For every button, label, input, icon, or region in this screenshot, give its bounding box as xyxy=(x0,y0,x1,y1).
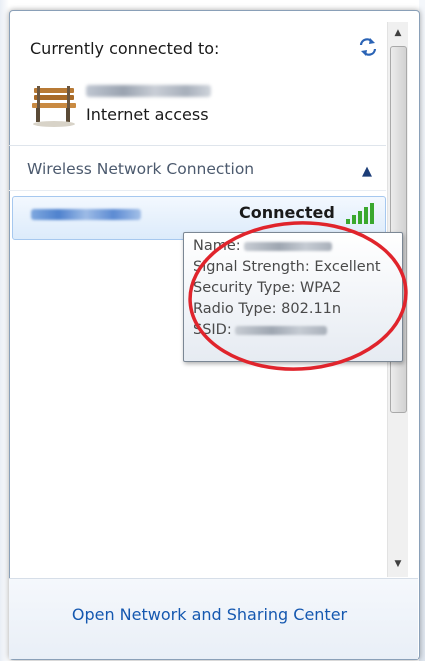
ssid-value-redacted xyxy=(234,325,327,335)
bench-icon xyxy=(32,86,76,127)
tooltip-ssid-row: SSID: xyxy=(193,320,402,341)
tooltip-name-row: Name: xyxy=(193,236,402,257)
signal-strength-icon xyxy=(346,203,374,224)
tooltip-name-label: Name: xyxy=(193,238,241,254)
footer: Open Network and Sharing Center xyxy=(9,578,418,659)
open-network-sharing-center-link[interactable]: Open Network and Sharing Center xyxy=(9,605,410,624)
scroll-up-button[interactable]: ▲ xyxy=(388,24,408,42)
divider xyxy=(9,190,386,191)
tooltip-radio-type: Radio Type: 802.11n xyxy=(193,301,342,317)
tooltip-signal-strength: Signal Strength: Excellent xyxy=(193,259,381,275)
network-details-tooltip: Name: Signal Strength: Excellent Securit… xyxy=(183,232,403,362)
chevron-up-icon[interactable]: ▲ xyxy=(356,160,378,182)
current-network-name-redacted xyxy=(86,85,211,97)
section-title: Wireless Network Connection xyxy=(27,160,255,178)
divider xyxy=(9,145,386,146)
network-ssid-redacted xyxy=(31,209,141,220)
refresh-button[interactable] xyxy=(355,34,381,60)
tooltip-security-type: Security Type: WPA2 xyxy=(193,280,342,296)
network-status: Connected xyxy=(239,203,335,222)
name-value-redacted xyxy=(243,241,332,251)
background-edge xyxy=(0,0,9,661)
tooltip-ssid-label: SSID: xyxy=(193,322,232,338)
refresh-icon xyxy=(359,38,377,56)
internet-access-status: Internet access xyxy=(86,105,209,124)
connected-header: Currently connected to: xyxy=(30,39,220,58)
scroll-down-button[interactable]: ▼ xyxy=(388,555,408,573)
